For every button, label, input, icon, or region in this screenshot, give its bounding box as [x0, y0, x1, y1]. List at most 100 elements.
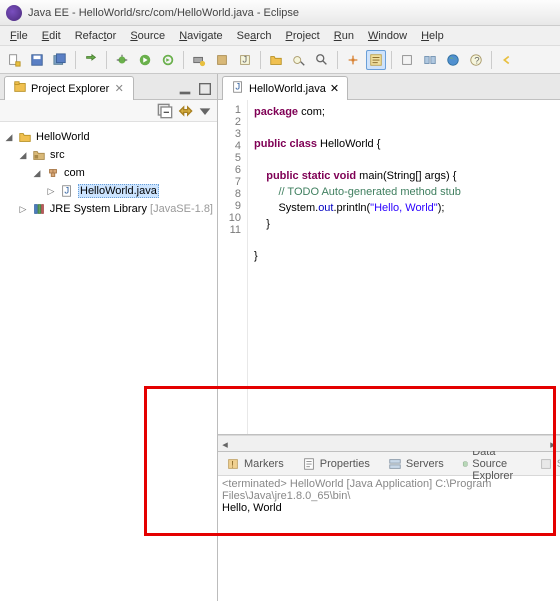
new-project-icon[interactable]: [266, 50, 286, 70]
menu-run[interactable]: Run: [328, 28, 360, 44]
tab-snippets[interactable]: Snippets: [535, 455, 560, 473]
horizontal-scrollbar[interactable]: ◂ ▸: [218, 435, 560, 451]
console-meta: <terminated> HelloWorld [Java Applicatio…: [222, 478, 556, 502]
menu-edit[interactable]: Edit: [36, 28, 67, 44]
close-icon[interactable]: ✕: [113, 83, 125, 95]
minimize-view-button[interactable]: [177, 81, 193, 97]
run-button[interactable]: [135, 50, 155, 70]
maximize-view-button[interactable]: [197, 81, 213, 97]
collapse-all-button[interactable]: [157, 103, 173, 119]
tab-properties[interactable]: Properties: [298, 455, 374, 473]
workspace: Project Explorer ✕ ◢ HelloWorld ◢ src: [0, 74, 560, 601]
eclipse-icon: [6, 5, 22, 21]
tab-markers[interactable]: !Markers: [222, 455, 288, 473]
twisty-expanded-icon[interactable]: ◢: [32, 168, 42, 179]
code-editor[interactable]: 1234567891011 package com; public class …: [218, 100, 560, 435]
view-menu-button[interactable]: [197, 103, 213, 119]
view-tab-bar: Project Explorer ✕: [0, 74, 217, 100]
window-titlebar: Java EE - HelloWorld/src/com/HelloWorld.…: [0, 0, 560, 26]
search-button[interactable]: [312, 50, 332, 70]
menu-search[interactable]: Search: [231, 28, 278, 44]
tree-src-node[interactable]: ◢ src: [4, 146, 213, 164]
editor-tab-label: HelloWorld.java: [249, 83, 326, 95]
save-button[interactable]: [27, 50, 47, 70]
editor-area: J HelloWorld.java ✕ 1234567891011 packag…: [218, 74, 560, 601]
java-file-icon: J: [59, 183, 75, 199]
library-label: JRE System Library [JavaSE-1.8]: [50, 203, 213, 215]
twisty-collapsed-icon[interactable]: ▷: [18, 204, 28, 215]
debug-button[interactable]: [112, 50, 132, 70]
svg-text:J: J: [235, 82, 240, 93]
view-toolbar: [0, 100, 217, 122]
close-icon[interactable]: ✕: [330, 82, 339, 95]
toolbar-separator: [183, 51, 184, 69]
editor-tab-helloworld[interactable]: J HelloWorld.java ✕: [222, 76, 348, 100]
back-button[interactable]: [497, 50, 517, 70]
source-folder-icon: [31, 147, 47, 163]
svg-text:!: !: [231, 459, 234, 470]
package-label: com: [64, 167, 85, 179]
twisty-collapsed-icon[interactable]: ▷: [46, 186, 56, 197]
project-explorer-tab[interactable]: Project Explorer ✕: [4, 76, 134, 100]
svg-text:J: J: [242, 54, 247, 65]
src-label: src: [50, 149, 65, 161]
bottom-tabs: !Markers Properties Servers Data Source …: [218, 452, 560, 476]
tab-servers[interactable]: Servers: [384, 455, 448, 473]
toolbar-separator: [260, 51, 261, 69]
twisty-expanded-icon[interactable]: ◢: [4, 132, 14, 143]
code-content[interactable]: package com; public class HelloWorld { p…: [248, 100, 560, 434]
menu-refactor[interactable]: Refactor: [69, 28, 123, 44]
console-output: Hello, World: [222, 502, 556, 514]
new-button[interactable]: [4, 50, 24, 70]
earth-icon[interactable]: [443, 50, 463, 70]
pin-button[interactable]: [397, 50, 417, 70]
editor-tab-bar: J HelloWorld.java ✕: [218, 74, 560, 100]
package-icon: [45, 165, 61, 181]
toolbar-separator: [106, 51, 107, 69]
tree-library-node[interactable]: ▷ JRE System Library [JavaSE-1.8]: [4, 200, 213, 218]
menubar: File Edit Refactor Source Navigate Searc…: [0, 26, 560, 46]
console-view[interactable]: <terminated> HelloWorld [Java Applicatio…: [218, 476, 560, 601]
toggle-breadcrumb-button[interactable]: [366, 50, 386, 70]
menu-file[interactable]: File: [4, 28, 34, 44]
open-type-button[interactable]: [289, 50, 309, 70]
perspective-button[interactable]: [420, 50, 440, 70]
menu-help[interactable]: Help: [415, 28, 450, 44]
java-file-label: HelloWorld.java: [78, 184, 159, 198]
menu-window[interactable]: Window: [362, 28, 413, 44]
navigator-icon: [13, 80, 27, 97]
new-type-button[interactable]: J: [235, 50, 255, 70]
main-toolbar: J ?: [0, 46, 560, 74]
project-explorer-tab-label: Project Explorer: [31, 83, 109, 95]
project-label: HelloWorld: [36, 131, 90, 143]
toolbar-separator: [391, 51, 392, 69]
tree-java-file-node[interactable]: ▷ J HelloWorld.java: [4, 182, 213, 200]
run-last-button[interactable]: [158, 50, 178, 70]
toolbar-separator: [337, 51, 338, 69]
tree-project-node[interactable]: ◢ HelloWorld: [4, 128, 213, 146]
svg-text:?: ?: [474, 55, 479, 66]
project-explorer-view: Project Explorer ✕ ◢ HelloWorld ◢ src: [0, 74, 218, 601]
link-editor-button[interactable]: [177, 103, 193, 119]
java-file-icon: J: [231, 80, 245, 97]
new-server-button[interactable]: [189, 50, 209, 70]
library-icon: [31, 201, 47, 217]
help-button[interactable]: ?: [466, 50, 486, 70]
line-number-gutter: 1234567891011: [218, 100, 248, 434]
twisty-expanded-icon[interactable]: ◢: [18, 150, 28, 161]
scroll-right-icon[interactable]: ▸: [546, 437, 560, 451]
menu-project[interactable]: Project: [280, 28, 326, 44]
tree-package-node[interactable]: ◢ com: [4, 164, 213, 182]
scroll-left-icon[interactable]: ◂: [218, 437, 232, 451]
project-icon: [17, 129, 33, 145]
switch-icon[interactable]: [81, 50, 101, 70]
toolbar-separator: [75, 51, 76, 69]
menu-navigate[interactable]: Navigate: [173, 28, 228, 44]
bottom-panel: !Markers Properties Servers Data Source …: [218, 451, 560, 601]
toolbar-separator: [491, 51, 492, 69]
menu-source[interactable]: Source: [124, 28, 171, 44]
window-title: Java EE - HelloWorld/src/com/HelloWorld.…: [28, 7, 299, 19]
new-package-button[interactable]: [212, 50, 232, 70]
toggle-mark-button[interactable]: [343, 50, 363, 70]
save-all-button[interactable]: [50, 50, 70, 70]
